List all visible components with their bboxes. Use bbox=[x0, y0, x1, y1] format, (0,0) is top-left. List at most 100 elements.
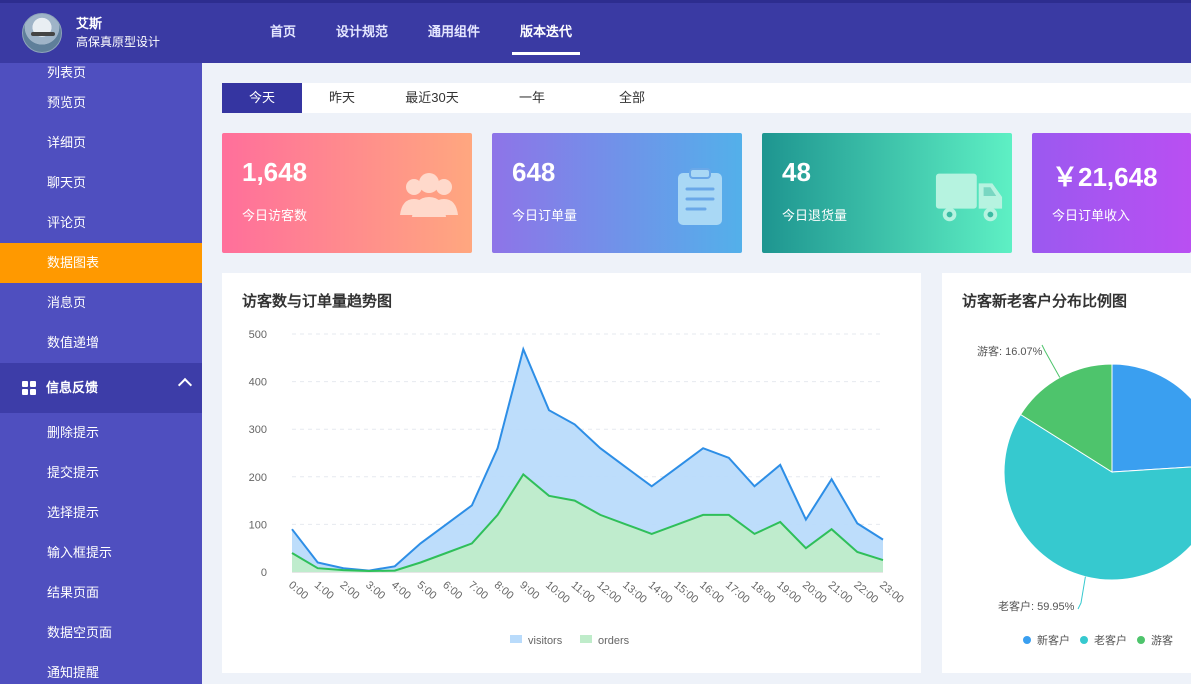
y-tick-label: 400 bbox=[249, 377, 267, 389]
x-tick-label: 15:00 bbox=[672, 579, 701, 606]
x-tick-label: 6:00 bbox=[440, 579, 464, 602]
sidebar: 列表页 预览页 详细页 聊天页 评论页 数据图表 消息页 数值递增 信息反馈 删… bbox=[0, 63, 202, 684]
x-tick-label: 12:00 bbox=[594, 579, 623, 606]
pie-chart-title: 访客新老客户分布比例图 bbox=[962, 293, 1128, 310]
tab-all[interactable]: 全部 bbox=[582, 83, 682, 113]
stat-card-orders: 648 今日订单量 bbox=[492, 133, 742, 253]
tab-last-30-days[interactable]: 最近30天 bbox=[382, 83, 482, 113]
grid-icon bbox=[22, 381, 36, 395]
stat-label: 今日访客数 bbox=[242, 208, 308, 223]
stat-value: 648 bbox=[512, 157, 556, 187]
sidebar-item-detail[interactable]: 详细页 bbox=[0, 123, 202, 163]
avatar[interactable] bbox=[22, 13, 62, 53]
trend-chart[interactable]: 0 100 200 300 400 500 0:00 1:00 2:00 3:00 4:00 5:00… bbox=[222, 273, 921, 673]
users-icon bbox=[400, 173, 458, 217]
pie-chart-panel: 访客新老客户分布比例图 游客: 16.07% 老客户: 59.95% 新客户 老客户游… bbox=[942, 273, 1191, 673]
x-tick-label: 9:00 bbox=[517, 579, 541, 602]
tab-yesterday[interactable]: 昨天 bbox=[302, 83, 382, 113]
x-tick-label: 7:00 bbox=[466, 579, 490, 602]
y-tick-label: 0 bbox=[261, 567, 267, 579]
x-tick-label: 8:00 bbox=[492, 579, 516, 602]
x-tick-label: 2:00 bbox=[337, 579, 361, 602]
date-tabs: 今天 昨天 最近30天 一年 全部 bbox=[222, 83, 1191, 113]
sidebar-item-list[interactable]: 列表页 bbox=[0, 63, 202, 83]
pie-label-returning: 老客户: 59.95% bbox=[998, 599, 1075, 613]
brand[interactable]: 艾斯 高保真原型设计 bbox=[22, 13, 160, 53]
sidebar-item-input-tip[interactable]: 输入框提示 bbox=[0, 533, 202, 573]
top-header: 艾斯 高保真原型设计 首页 设计规范 通用组件 版本迭代 bbox=[0, 0, 1191, 63]
pie-slice-0 bbox=[1111, 363, 1191, 473]
y-tick-label: 100 bbox=[249, 519, 267, 531]
y-tick-label: 300 bbox=[249, 424, 267, 436]
x-tick-label: 14:00 bbox=[646, 579, 675, 606]
legend-dot-0 bbox=[1023, 636, 1031, 644]
x-tick-label: 17:00 bbox=[723, 579, 752, 606]
nav-design-spec[interactable]: 设计规范 bbox=[336, 3, 388, 63]
trend-chart-title: 访客数与订单量趋势图 bbox=[242, 293, 393, 310]
x-tick-label: 21:00 bbox=[826, 579, 855, 606]
pie-leader-line bbox=[1077, 576, 1086, 610]
sidebar-item-preview[interactable]: 预览页 bbox=[0, 83, 202, 123]
sidebar-item-empty[interactable]: 数据空页面 bbox=[0, 613, 202, 653]
sidebar-group-feedback[interactable]: 信息反馈 bbox=[0, 363, 202, 413]
stat-value: 1,648 bbox=[242, 157, 308, 187]
stat-label: 今日订单量 bbox=[512, 208, 578, 223]
tab-one-year[interactable]: 一年 bbox=[482, 83, 582, 113]
x-tick-label: 10:00 bbox=[543, 579, 572, 606]
stat-label: 今日订单收入 bbox=[1052, 208, 1131, 223]
x-tick-label: 16:00 bbox=[697, 579, 726, 606]
legend-label-visitors: visitors bbox=[528, 635, 563, 647]
legend-swatch-orders bbox=[580, 635, 592, 643]
truck-icon bbox=[935, 173, 1003, 222]
legend-dot-2 bbox=[1137, 636, 1145, 644]
x-tick-label: 20:00 bbox=[800, 579, 829, 606]
stat-card-revenue: ￥21,648 今日订单收入 bbox=[1032, 133, 1191, 253]
sidebar-group-label: 信息反馈 bbox=[46, 380, 99, 395]
x-tick-label: 13:00 bbox=[620, 579, 649, 606]
legend-label-1: 老客户 bbox=[1094, 633, 1127, 647]
sidebar-item-comment[interactable]: 评论页 bbox=[0, 203, 202, 243]
x-tick-label: 11:00 bbox=[569, 579, 597, 605]
legend-label-orders: orders bbox=[598, 635, 630, 647]
clipboard-icon bbox=[678, 168, 722, 225]
sidebar-item-charts[interactable]: 数据图表 bbox=[0, 243, 202, 283]
x-tick-label: 5:00 bbox=[415, 579, 439, 602]
tab-today[interactable]: 今天 bbox=[222, 83, 302, 113]
sidebar-item-messages[interactable]: 消息页 bbox=[0, 283, 202, 323]
stat-card-visitors: 1,648 今日访客数 bbox=[222, 133, 472, 253]
sidebar-item-delete-tip[interactable]: 删除提示 bbox=[0, 413, 202, 453]
legend-label-0: 新客户 bbox=[1037, 633, 1070, 647]
pie-label-visitors: 游客: 16.07% bbox=[977, 344, 1043, 358]
x-tick-label: 22:00 bbox=[851, 579, 880, 606]
main-content: 今天 昨天 最近30天 一年 全部 1,648 今日访客数 648 今日订单量 … bbox=[202, 63, 1191, 684]
nav-home[interactable]: 首页 bbox=[270, 3, 296, 63]
legend-label-2: 游客 bbox=[1151, 633, 1173, 647]
sidebar-item-notify[interactable]: 通知提醒 bbox=[0, 653, 202, 684]
stat-label: 今日退货量 bbox=[782, 208, 848, 223]
sidebar-item-result[interactable]: 结果页面 bbox=[0, 573, 202, 613]
x-tick-label: 1:00 bbox=[312, 579, 336, 602]
nav-components[interactable]: 通用组件 bbox=[428, 3, 480, 63]
pie-chart[interactable]: 游客: 16.07% 老客户: 59.95% 新客户 老客户 游客 bbox=[942, 273, 1191, 673]
x-tick-label: 0:00 bbox=[286, 579, 310, 602]
y-tick-label: 500 bbox=[249, 329, 267, 341]
sidebar-item-counter[interactable]: 数值递增 bbox=[0, 323, 202, 363]
stat-card-returns: 48 今日退货量 bbox=[762, 133, 1012, 253]
x-tick-label: 3:00 bbox=[363, 579, 387, 602]
x-tick-label: 18:00 bbox=[749, 579, 778, 606]
legend-dot-1 bbox=[1080, 636, 1088, 644]
legend-swatch-visitors bbox=[510, 635, 522, 643]
trend-chart-panel: 访客数与订单量趋势图 0 100 200 300 400 500 0:00 1:00 2:00 3… bbox=[222, 273, 921, 673]
stat-value: 48 bbox=[782, 157, 811, 187]
sidebar-item-chat[interactable]: 聊天页 bbox=[0, 163, 202, 203]
sidebar-item-select-tip[interactable]: 选择提示 bbox=[0, 493, 202, 533]
top-nav: 首页 设计规范 通用组件 版本迭代 bbox=[250, 3, 592, 63]
chevron-up-icon[interactable] bbox=[177, 377, 193, 393]
stat-value: ￥21,648 bbox=[1052, 162, 1158, 192]
brand-subtitle: 高保真原型设计 bbox=[76, 35, 161, 49]
nav-versions[interactable]: 版本迭代 bbox=[512, 3, 581, 63]
brand-name: 艾斯 bbox=[76, 16, 103, 31]
sidebar-item-submit-tip[interactable]: 提交提示 bbox=[0, 453, 202, 493]
y-tick-label: 200 bbox=[249, 472, 267, 484]
x-tick-label: 4:00 bbox=[389, 579, 413, 602]
